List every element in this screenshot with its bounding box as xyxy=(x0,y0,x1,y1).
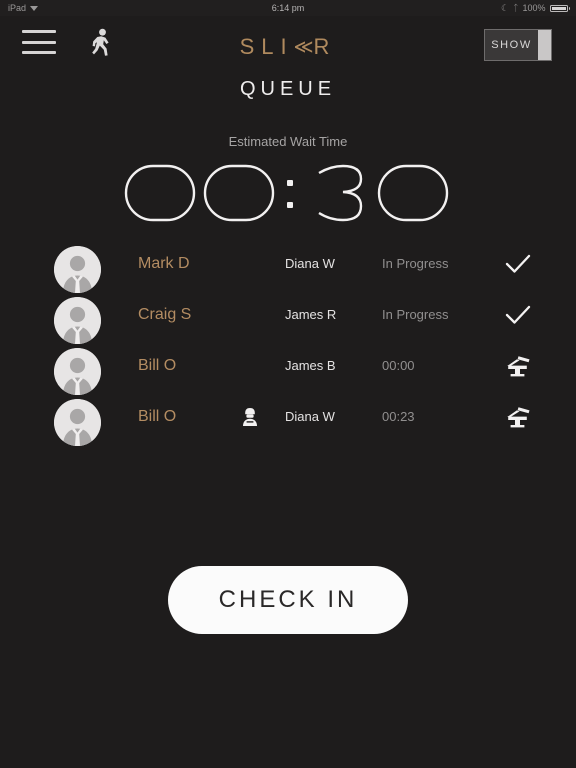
moon-icon: ☾ xyxy=(500,2,510,13)
bluetooth-icon: ᛏ xyxy=(513,3,519,13)
app-root: iPad 6:14 pm ☾ ᛏ 100% SLI≪R SHOW QUEUE E… xyxy=(0,0,576,768)
queue-stylist-name: Diana W xyxy=(285,409,335,424)
status-bar-clock: 6:14 pm xyxy=(271,3,305,13)
queue-status: 00:00 xyxy=(382,358,415,373)
barber-chair-icon[interactable] xyxy=(498,340,538,391)
table-row[interactable]: Mark D Diana W In Progress xyxy=(0,238,576,293)
queue-status: In Progress xyxy=(382,307,449,322)
queue-client-name: Craig S xyxy=(138,305,192,323)
show-toggle[interactable]: SHOW xyxy=(484,29,552,61)
status-bar: iPad 6:14 pm ☾ ᛏ 100% xyxy=(0,0,576,16)
checkmark-icon[interactable] xyxy=(498,238,538,289)
show-toggle-label: SHOW xyxy=(491,39,532,51)
person-avatar-icon xyxy=(54,399,101,446)
person-avatar-icon xyxy=(54,246,101,293)
queue-stylist-name: James R xyxy=(285,307,337,322)
app-header: SLI≪R SHOW xyxy=(0,16,576,68)
barber-chair-icon[interactable] xyxy=(498,391,538,442)
logo-text-right: R xyxy=(313,34,337,59)
battery-full-icon xyxy=(549,4,570,12)
page-title: QUEUE xyxy=(239,78,337,100)
table-row[interactable]: Craig S James R In Progress xyxy=(0,289,576,344)
battery-percent-label: 100% xyxy=(522,3,546,13)
estimated-wait-label: Estimated Wait Time xyxy=(228,134,348,149)
table-row[interactable]: Bill O Diana W 00:23 xyxy=(0,391,576,446)
checkmark-icon[interactable] xyxy=(498,289,538,340)
check-in-button[interactable]: CHECK IN xyxy=(168,566,408,634)
person-avatar-icon xyxy=(54,348,101,395)
queue-status: 00:23 xyxy=(382,409,415,424)
queue-client-name: Bill O xyxy=(138,407,177,425)
queue-status: In Progress xyxy=(382,256,449,271)
show-toggle-knob[interactable] xyxy=(538,30,551,60)
table-row[interactable]: Bill O James B 00:00 xyxy=(0,340,576,395)
status-bar-right: ☾ ᛏ 100% xyxy=(501,3,570,14)
queue-client-name: Mark D xyxy=(138,254,190,272)
wait-time-display xyxy=(0,158,576,228)
stylist-person-icon xyxy=(240,391,260,442)
logo-text-left: SLI xyxy=(239,34,294,59)
queue-list: Mark D Diana W In Progress Craig S James xyxy=(0,238,576,446)
queue-stylist-name: Diana W xyxy=(285,256,335,271)
logo-chevron-icon: ≪ xyxy=(293,37,314,58)
person-avatar-icon xyxy=(54,297,101,344)
queue-client-name: Bill O xyxy=(138,356,177,374)
queue-stylist-name: James B xyxy=(285,358,336,373)
